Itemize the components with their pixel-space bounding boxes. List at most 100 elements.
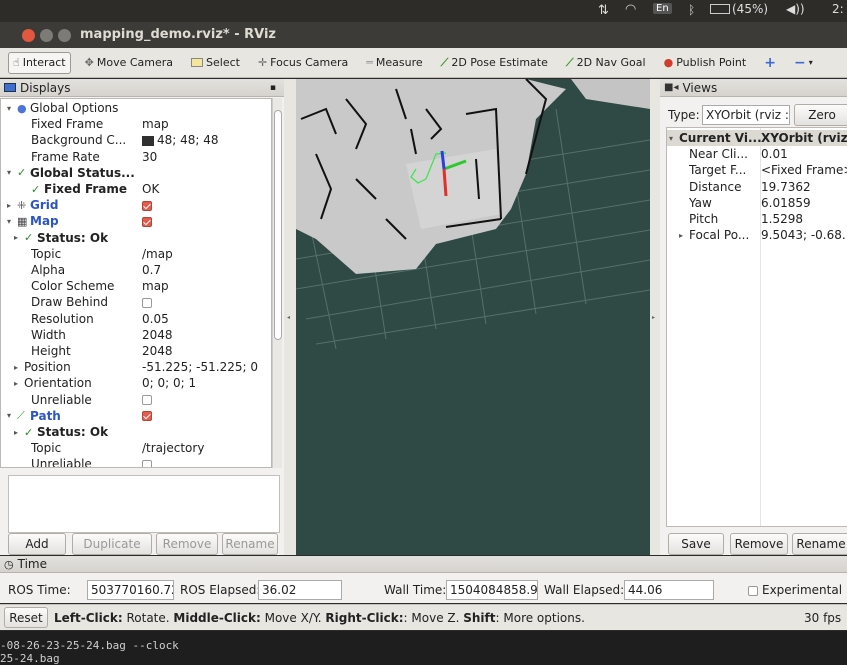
- property-value[interactable]: 0.05: [142, 312, 169, 326]
- chevron-right-icon[interactable]: ▸: [14, 428, 22, 437]
- render-viewport[interactable]: [296, 79, 650, 555]
- property-value[interactable]: 2048: [142, 344, 173, 358]
- property-value[interactable]: [142, 409, 152, 423]
- enable-checkbox[interactable]: [142, 411, 152, 422]
- view-tree-row[interactable]: Distance 19.7362: [667, 179, 847, 195]
- enable-checkbox[interactable]: [142, 395, 152, 406]
- display-tree-row[interactable]: ▸ Orientation 0; 0; 0; 1: [1, 375, 271, 391]
- save-view-button[interactable]: Save: [668, 533, 724, 555]
- experimental-checkbox[interactable]: [748, 586, 758, 596]
- display-tree-row[interactable]: Topic/trajectory: [1, 440, 271, 456]
- display-tree-row[interactable]: ▾ ● Global Options: [1, 100, 271, 116]
- views-tree[interactable]: ▾ Current Vi... XYOrbit (rviz) Near Cli... 0…: [666, 127, 847, 527]
- tool-measure[interactable]: ═ Measure: [362, 52, 426, 74]
- chevron-down-icon[interactable]: ▾: [7, 411, 15, 420]
- display-tree-row[interactable]: Unreliable: [1, 456, 271, 467]
- property-value[interactable]: -51.225; -51.225; 0: [142, 360, 258, 374]
- chevron-right-icon[interactable]: ▸: [14, 379, 22, 388]
- view-tree-row[interactable]: Pitch 1.5298: [667, 211, 847, 227]
- display-tree-row[interactable]: Width 2048: [1, 327, 271, 343]
- display-tree-row[interactable]: Height 2048: [1, 343, 271, 359]
- tool-2d-nav-goal[interactable]: ⟋ 2D Nav Goal: [562, 52, 650, 74]
- display-tree-row[interactable]: ▾ ⟋ Path: [1, 408, 271, 424]
- displays-scrollbar[interactable]: [272, 98, 282, 468]
- display-tree-row[interactable]: Color Scheme map: [1, 278, 271, 294]
- property-value[interactable]: 30: [142, 150, 157, 164]
- enable-checkbox[interactable]: [142, 216, 152, 227]
- duplicate-display-button[interactable]: Duplicate: [72, 533, 152, 555]
- maximize-window-button[interactable]: [58, 29, 71, 42]
- property-value[interactable]: map: [142, 117, 169, 131]
- view-property-value[interactable]: 0.01: [761, 147, 788, 161]
- ros-time-field[interactable]: 503770160.72: [87, 580, 174, 600]
- display-tree-row[interactable]: Topic/map: [1, 246, 271, 262]
- property-value[interactable]: [142, 457, 152, 467]
- battery-icon[interactable]: [710, 4, 730, 14]
- display-tree-row[interactable]: ▸ ✓ Status: Ok: [1, 230, 271, 246]
- display-tree-row[interactable]: ✓ Fixed Frame OK: [1, 181, 271, 197]
- close-window-button[interactable]: [22, 29, 35, 42]
- scrollbar-thumb[interactable]: [274, 110, 282, 340]
- zero-view-button[interactable]: Zero: [794, 104, 847, 126]
- chevron-down-icon[interactable]: ▾: [7, 168, 15, 177]
- property-value[interactable]: /trajectory: [142, 441, 204, 455]
- chevron-right-icon[interactable]: ▸: [679, 231, 687, 240]
- view-tree-row[interactable]: ▸ Focal Po... 9.5043; -0.68...: [667, 227, 847, 243]
- add-display-button[interactable]: Add: [8, 533, 66, 555]
- property-value[interactable]: 48; 48; 48: [142, 133, 219, 147]
- display-tree-row[interactable]: Draw Behind: [1, 294, 271, 310]
- clock[interactable]: 2:: [832, 2, 844, 16]
- view-tree-row[interactable]: Near Cli... 0.01: [667, 146, 847, 162]
- right-splitter[interactable]: ▸: [650, 79, 660, 555]
- display-tree-row[interactable]: Resolution 0.05: [1, 311, 271, 327]
- chevron-right-icon[interactable]: ▸: [7, 201, 15, 210]
- view-tree-row[interactable]: Target F... <Fixed Frame>: [667, 162, 847, 178]
- view-property-value[interactable]: XYOrbit (rviz): [761, 131, 847, 145]
- display-tree-row[interactable]: Fixed Frame map: [1, 116, 271, 132]
- tool-focus-camera[interactable]: ✛ Focus Camera: [254, 52, 352, 74]
- property-value[interactable]: 0.7: [142, 263, 161, 277]
- bluetooth-icon[interactable]: ᛒ: [688, 3, 695, 17]
- enable-checkbox[interactable]: [142, 459, 152, 467]
- property-value[interactable]: OK: [142, 182, 159, 196]
- display-tree-row[interactable]: ▸ ✓ Status: Ok: [1, 424, 271, 440]
- tool-publish-point[interactable]: ● Publish Point: [660, 52, 751, 74]
- view-property-value[interactable]: 6.01859: [761, 196, 811, 210]
- enable-checkbox[interactable]: [142, 200, 152, 211]
- chevron-down-icon[interactable]: ▾: [669, 134, 677, 143]
- display-tree-row[interactable]: ▾ ✓ Global Status...: [1, 165, 271, 181]
- display-tree-row[interactable]: Alpha 0.7: [1, 262, 271, 278]
- property-value[interactable]: 0; 0; 0; 1: [142, 376, 196, 390]
- chevron-right-icon[interactable]: ▸: [14, 233, 22, 242]
- network-icon[interactable]: ⇅: [598, 3, 609, 18]
- property-value[interactable]: map: [142, 279, 169, 293]
- tool-move-camera[interactable]: ✥ Move Camera: [81, 52, 177, 74]
- remove-tool-button[interactable]: − ▾: [790, 52, 817, 74]
- reset-button[interactable]: Reset: [4, 607, 48, 628]
- property-value[interactable]: [142, 214, 152, 228]
- property-value[interactable]: [142, 393, 152, 407]
- tool-interact[interactable]: ☝ Interact: [8, 51, 71, 74]
- view-type-select[interactable]: XYOrbit (rviz :: [702, 105, 790, 125]
- close-panel-icon[interactable]: ▪: [270, 83, 276, 93]
- view-property-value[interactable]: 1.5298: [761, 212, 803, 226]
- property-value[interactable]: 2048: [142, 328, 173, 342]
- display-tree-row[interactable]: Frame Rate 30: [1, 149, 271, 165]
- displays-tree[interactable]: ▾ ● Global Options Fixed Frame map Background…: [0, 98, 272, 468]
- tool-2d-pose-estimate[interactable]: ⟋ 2D Pose Estimate: [437, 52, 552, 74]
- remove-view-button[interactable]: Remove: [730, 533, 788, 555]
- rename-display-button[interactable]: Rename: [222, 533, 278, 555]
- display-tree-row[interactable]: ▸ ⁜ Grid: [1, 197, 271, 213]
- chevron-down-icon[interactable]: ▾: [7, 104, 15, 113]
- left-splitter[interactable]: ◂: [284, 79, 296, 555]
- display-tree-row[interactable]: Unreliable: [1, 392, 271, 408]
- display-tree-row[interactable]: Background C... 48; 48; 48: [1, 132, 271, 148]
- view-property-value[interactable]: 9.5043; -0.68...: [761, 228, 847, 242]
- rename-view-button[interactable]: Rename: [792, 533, 847, 555]
- property-value[interactable]: /map: [142, 247, 173, 261]
- display-tree-row[interactable]: ▸ Position -51.225; -51.225; 0: [1, 359, 271, 375]
- volume-icon[interactable]: ◀)): [786, 2, 805, 16]
- view-property-value[interactable]: 19.7362: [761, 180, 811, 194]
- enable-checkbox[interactable]: [142, 297, 152, 308]
- view-tree-row[interactable]: Yaw 6.01859: [667, 195, 847, 211]
